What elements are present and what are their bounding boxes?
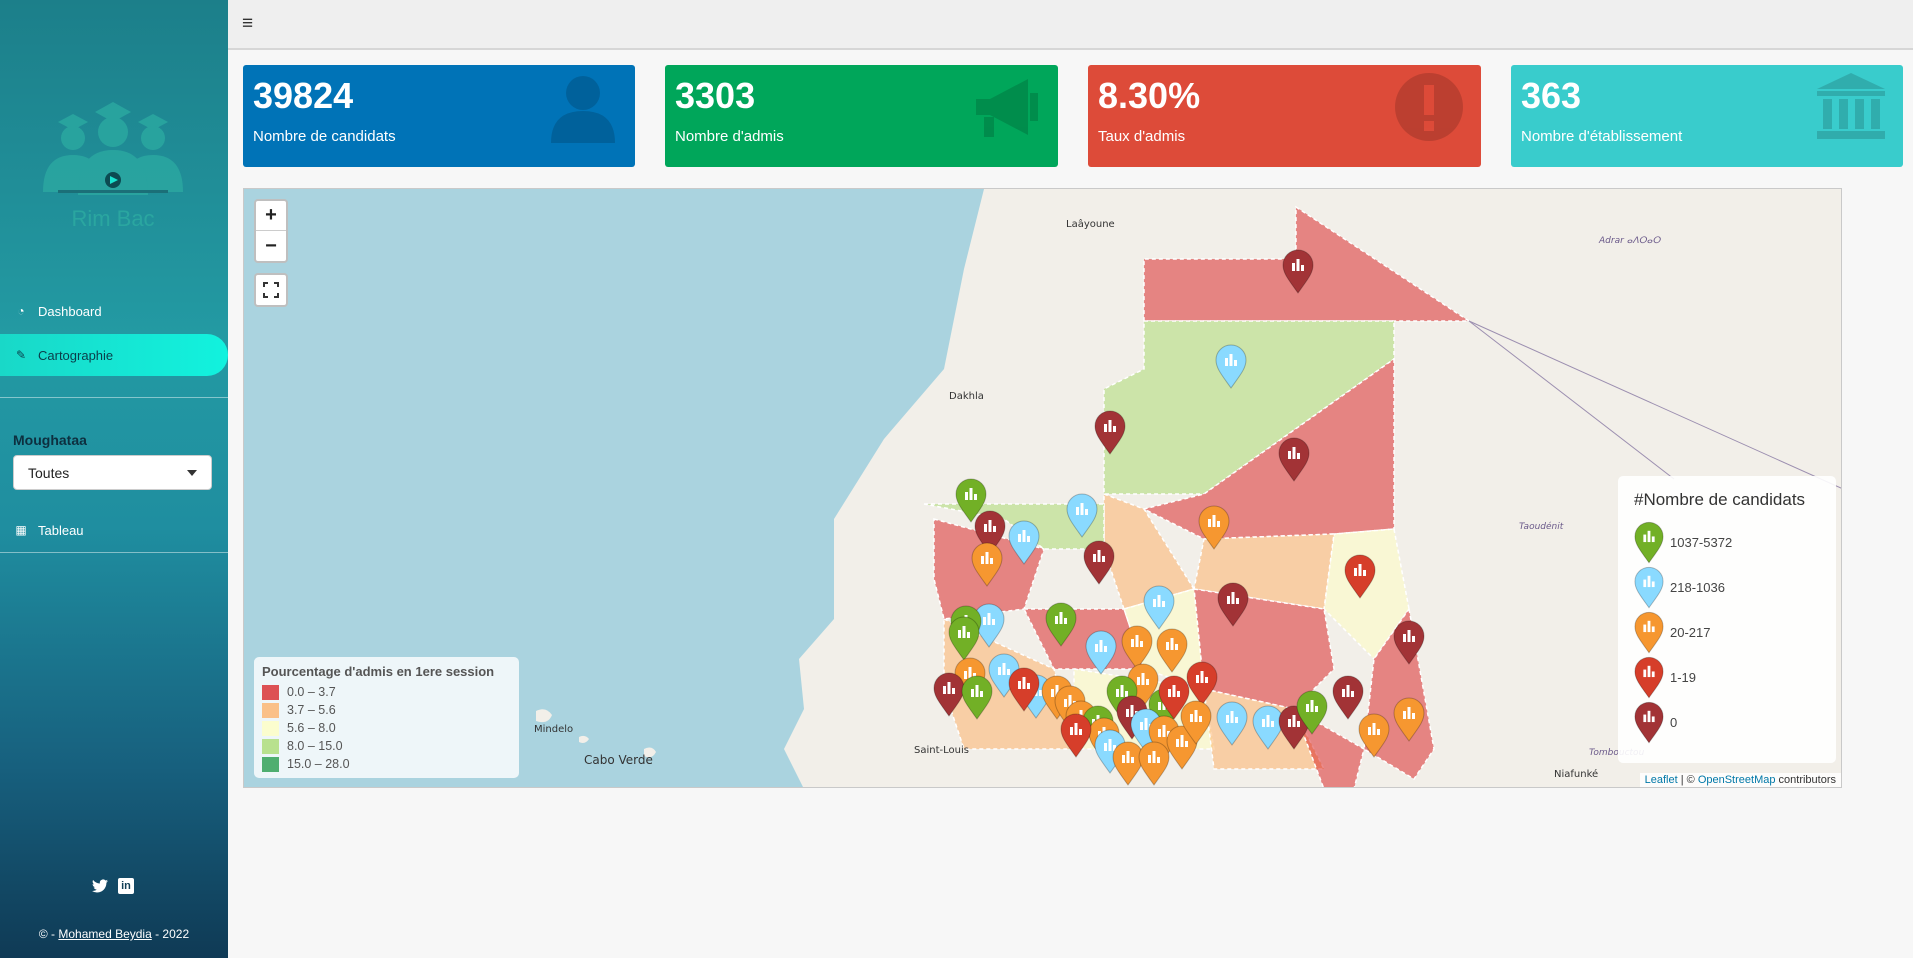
legend-title: #Nombre de candidats: [1634, 490, 1806, 509]
legend-label: 1-19: [1670, 670, 1697, 685]
legend-swatch: [262, 720, 279, 736]
map-label: Laâyoune: [1066, 218, 1115, 230]
choropleth-legend: Pourcentage d'admis en 1ere session 0.0 …: [254, 657, 519, 778]
sidebar-item-dashboard[interactable]: ◔ Dashboard: [0, 290, 228, 332]
legend-row: 20-217: [1634, 610, 1820, 655]
legend-label: 20-217: [1670, 625, 1711, 640]
sidebar-item-label: Cartographie: [38, 347, 114, 363]
bank-icon: [1817, 73, 1885, 139]
legend-row: 15.0 – 28.0: [262, 755, 511, 773]
social-links: in: [92, 878, 134, 894]
stat-label: Nombre de candidats: [253, 128, 396, 145]
legend-row: 0: [1634, 700, 1820, 745]
legend-swatch: [262, 738, 279, 754]
sidebar-divider: [0, 552, 228, 553]
map-label: Taoudénit: [1519, 521, 1564, 532]
stat-value: 39824: [253, 75, 354, 116]
fullscreen-button[interactable]: [254, 273, 288, 307]
caret-down-icon: [187, 469, 197, 476]
moughataa-select[interactable]: Toutes: [13, 455, 212, 490]
stat-card-taux: 8.30% Taux d'admis: [1088, 65, 1481, 167]
map-label: Niafunké: [1554, 768, 1598, 780]
stat-card-admis: 3303 Nombre d'admis: [665, 65, 1058, 167]
legend-row: 1-19: [1634, 655, 1820, 700]
zoom-out-button[interactable]: −: [256, 231, 286, 261]
sidebar-item-cartographie[interactable]: ✎ Cartographie: [0, 334, 228, 376]
moughataa-filter-title: Moughataa: [13, 432, 87, 448]
map-label: Saint-Louis: [914, 745, 969, 756]
marker-legend-pin-icon: [1634, 566, 1664, 608]
stat-label: Nombre d'établissement: [1521, 128, 1683, 145]
fullscreen-icon: [263, 282, 279, 298]
tachometer-icon: ◔: [17, 304, 25, 318]
exclamation-circle-icon: [1395, 73, 1463, 141]
legend-label: 218-1036: [1670, 580, 1725, 595]
stat-label: Taux d'admis: [1098, 128, 1186, 145]
legend-swatch: [262, 756, 279, 772]
legend-swatch: [262, 684, 279, 700]
sidebar-item-tableau[interactable]: ▦ Tableau: [0, 509, 228, 551]
marker-legend-pin-icon: [1634, 701, 1664, 743]
legend-row: 8.0 – 15.0: [262, 737, 511, 755]
legend-title: Pourcentage d'admis en 1ere session: [262, 664, 495, 679]
leaflet-link[interactable]: Leaflet: [1645, 774, 1678, 786]
legend-swatch: [262, 702, 279, 718]
hamburger-menu-icon[interactable]: ≡: [242, 13, 253, 35]
legend-row: 218-1036: [1634, 565, 1820, 610]
osm-link[interactable]: OpenStreetMap: [1698, 774, 1776, 786]
legend-row: 5.6 – 8.0: [262, 719, 511, 737]
legend-row: 3.7 – 5.6: [262, 701, 511, 719]
twitter-icon[interactable]: [92, 878, 108, 894]
thumbtack-icon: ✎: [15, 348, 27, 362]
top-bar: ≡: [228, 0, 1913, 50]
map-attribution: Leaflet | © OpenStreetMap contributors: [1639, 773, 1841, 787]
stat-value: 3303: [675, 75, 756, 116]
bullhorn-icon: [976, 79, 1038, 137]
linkedin-icon[interactable]: in: [118, 878, 134, 894]
stat-value: 8.30%: [1098, 75, 1201, 116]
stat-card-etablissement: 363 Nombre d'établissement: [1511, 65, 1903, 167]
map-label: Dakhla: [949, 391, 984, 402]
legend-label: 0: [1670, 715, 1678, 730]
author-link[interactable]: Mohamed Beydia: [58, 927, 151, 941]
marker-legend-pin-icon: [1634, 656, 1664, 698]
stat-label: Nombre d'admis: [675, 128, 784, 145]
sidebar-divider: [0, 397, 228, 398]
marker-legend: #Nombre de candidats 1037-5372 218-1036 20…: [1618, 476, 1836, 763]
legend-row: 0.0 – 3.7: [262, 683, 511, 701]
stat-value: 363: [1521, 75, 1582, 116]
table-icon: ▦: [15, 523, 27, 537]
user-icon: [551, 76, 615, 143]
moughataa-selected-value: Toutes: [28, 464, 70, 481]
legend-label: 1037-5372: [1670, 535, 1733, 550]
map-label: Cabo Verde: [584, 753, 653, 767]
marker-legend-pin-icon: [1634, 521, 1664, 563]
map[interactable]: Laâyoune Dakhla Mindelo Cabo Verde Saint…: [243, 188, 1842, 788]
footer: © - Mohamed Beydia - 2022: [38, 927, 190, 941]
svg-text:Rim Bac: Rim Bac: [71, 206, 154, 231]
legend-row: 1037-5372: [1634, 520, 1820, 565]
stat-card-candidats: 39824 Nombre de candidats: [243, 65, 635, 167]
marker-legend-pin-icon: [1634, 611, 1664, 653]
zoom-control: + −: [254, 199, 288, 263]
map-label: Adrar ⴰⴷⵔⴰⵔ: [1598, 236, 1661, 246]
map-label: Mindelo: [534, 724, 573, 735]
sidebar: Rim Bac ◔ Dashboard ✎ Cartographie Mough…: [0, 0, 228, 958]
sidebar-item-label: Tableau: [38, 522, 84, 538]
zoom-in-button[interactable]: +: [256, 201, 286, 231]
sidebar-item-label: Dashboard: [38, 303, 102, 319]
rim-bac-logo: Rim Bac: [38, 100, 188, 235]
